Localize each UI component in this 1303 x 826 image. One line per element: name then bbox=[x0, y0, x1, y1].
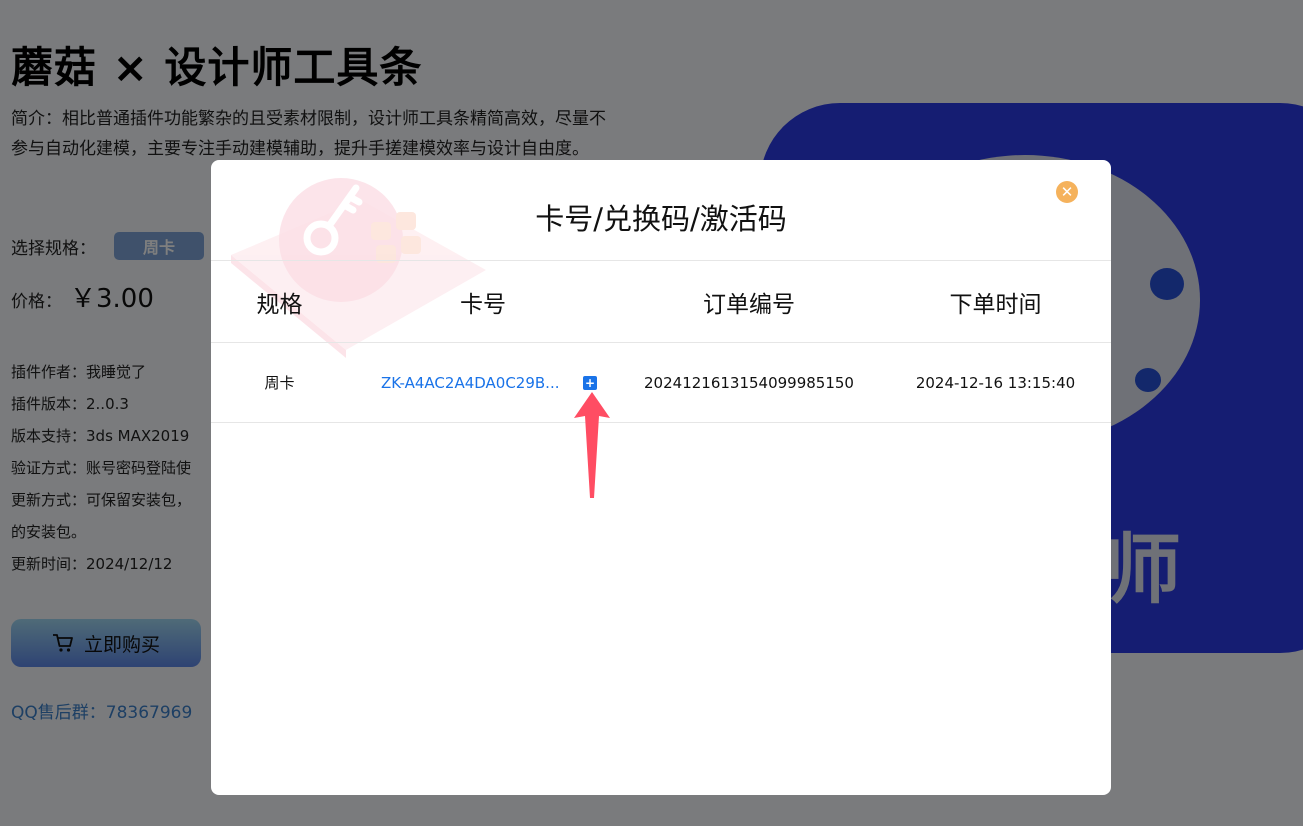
header-order-no: 订单编号 bbox=[703, 291, 795, 318]
header-order-time: 下单时间 bbox=[949, 291, 1042, 318]
card-code-table: 规格 卡号 订单编号 下单时间 周卡 ZK-A4AC2A4DA0C29B... … bbox=[211, 261, 1111, 423]
card-number-link[interactable]: ZK-A4AC2A4DA0C29B... bbox=[381, 374, 581, 392]
modal-title: 卡号/兑换码/激活码 bbox=[535, 202, 787, 236]
table-row: 周卡 ZK-A4AC2A4DA0C29B... + 20241216131540… bbox=[211, 343, 1111, 423]
cell-order-no: 2024121613154099985150 bbox=[644, 373, 854, 392]
copy-icon[interactable]: + bbox=[583, 375, 597, 390]
header-spec: 规格 bbox=[256, 291, 303, 318]
card-code-modal: ✕ 卡号/兑换码/激活码 规格 卡号 订单编号 下单时间 周卡 ZK-A4AC2… bbox=[211, 160, 1111, 795]
header-card-no: 卡号 bbox=[460, 291, 506, 318]
annotation-arrow-icon bbox=[574, 392, 610, 498]
table-header: 规格 卡号 订单编号 下单时间 bbox=[211, 261, 1111, 343]
cell-order-time: 2024-12-16 13:15:40 bbox=[915, 373, 1076, 392]
cell-spec: 周卡 bbox=[264, 374, 295, 392]
